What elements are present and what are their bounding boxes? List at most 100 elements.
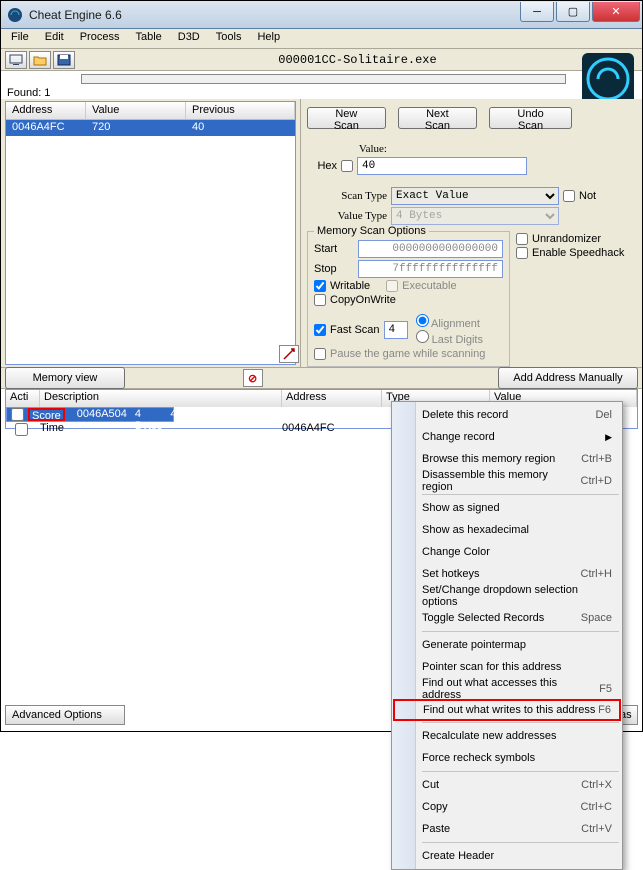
- menu-tools[interactable]: Tools: [208, 29, 250, 48]
- stop-icon[interactable]: ⊘: [243, 369, 263, 387]
- row-active-checkbox[interactable]: [15, 423, 28, 436]
- writable-label: Writable: [330, 280, 370, 292]
- context-item[interactable]: Find out what writes to this addressF6: [393, 699, 621, 721]
- context-item[interactable]: Change Color: [394, 541, 620, 563]
- hex-checkbox[interactable]: [341, 160, 353, 172]
- context-item[interactable]: Browse this memory regionCtrl+B: [394, 448, 620, 470]
- context-item[interactable]: Set/Change dropdown selection options: [394, 585, 620, 607]
- cow-checkbox[interactable]: [314, 294, 326, 306]
- context-shortcut: Space: [581, 612, 612, 624]
- pause-checkbox[interactable]: [314, 348, 326, 360]
- menu-help[interactable]: Help: [249, 29, 288, 48]
- stop-label: Stop: [314, 263, 354, 275]
- col-address[interactable]: Address: [6, 102, 86, 119]
- memory-view-button[interactable]: Memory view: [5, 367, 125, 389]
- context-item-label: Find out what writes to this address: [423, 704, 595, 716]
- context-item[interactable]: Show as signed: [394, 497, 620, 519]
- context-item[interactable]: Find out what accesses this addressF5: [394, 678, 620, 700]
- value-type-select: 4 Bytes: [391, 207, 559, 225]
- row-desc: Score: [28, 408, 65, 421]
- maximize-button[interactable]: ▢: [556, 2, 590, 22]
- found-count: Found: 1: [1, 87, 642, 99]
- context-item[interactable]: Pointer scan for this address: [394, 656, 620, 678]
- menu-d3d[interactable]: D3D: [170, 29, 208, 48]
- menu-file[interactable]: File: [3, 29, 37, 48]
- context-item[interactable]: Generate pointermap: [394, 634, 620, 656]
- col-active[interactable]: Acti: [6, 390, 40, 407]
- col-previous[interactable]: Previous: [186, 102, 295, 119]
- speedhack-icon[interactable]: [279, 345, 299, 363]
- computer-icon: [9, 54, 23, 66]
- results-header: Address Value Previous: [6, 102, 295, 120]
- save-button[interactable]: [53, 51, 75, 69]
- start-input: [358, 240, 503, 258]
- context-item-label: Find out what accesses this address: [422, 677, 599, 701]
- open-process-button[interactable]: [5, 51, 27, 69]
- executable-checkbox[interactable]: [386, 280, 398, 292]
- menu-table[interactable]: Table: [127, 29, 169, 48]
- advanced-options-button[interactable]: Advanced Options: [5, 705, 125, 725]
- context-item[interactable]: Show as hexadecimal: [394, 519, 620, 541]
- col-addr[interactable]: Address: [282, 390, 382, 407]
- context-item[interactable]: Force recheck symbols: [394, 747, 620, 769]
- context-item[interactable]: Toggle Selected Records Space: [394, 607, 620, 629]
- col-desc[interactable]: Description: [40, 390, 282, 407]
- undo-scan-button[interactable]: Undo Scan: [489, 107, 572, 129]
- new-scan-button[interactable]: New Scan: [307, 107, 386, 129]
- context-item[interactable]: Create Header: [394, 845, 620, 867]
- scan-type-select[interactable]: Exact Value: [391, 187, 559, 205]
- context-item[interactable]: Recalculate new addresses: [394, 725, 620, 747]
- row-type: 4 Bytes: [131, 408, 167, 421]
- result-row[interactable]: 0046A4FC 720 40: [6, 120, 295, 136]
- app-icon: [7, 7, 23, 23]
- scan-type-label: Scan Type: [307, 190, 387, 202]
- minimize-button[interactable]: ─: [520, 2, 554, 22]
- context-item[interactable]: CutCtrl+X: [394, 774, 620, 796]
- context-item[interactable]: CopyCtrl+C: [394, 796, 620, 818]
- writable-checkbox[interactable]: [314, 280, 326, 292]
- context-item-label: Force recheck symbols: [422, 752, 535, 764]
- close-button[interactable]: ✕: [592, 2, 640, 22]
- value-type-label: Value Type: [307, 210, 387, 222]
- open-file-button[interactable]: [29, 51, 51, 69]
- scan-progress: [81, 74, 566, 84]
- context-item[interactable]: Set hotkeysCtrl+H: [394, 563, 620, 585]
- row-addr: 0046A4FC: [278, 422, 378, 437]
- menu-edit[interactable]: Edit: [37, 29, 72, 48]
- context-item-label: Set/Change dropdown selection options: [422, 584, 612, 608]
- context-item-label: Paste: [422, 823, 450, 835]
- context-item[interactable]: Delete this recordDel: [394, 404, 620, 426]
- pause-label: Pause the game while scanning: [330, 348, 485, 360]
- row-active-checkbox[interactable]: [11, 408, 24, 421]
- context-item-label: Disassemble this memory region: [422, 469, 581, 493]
- context-item-label: Toggle Selected Records: [422, 612, 544, 624]
- result-address: 0046A4FC: [6, 120, 86, 136]
- scan-results[interactable]: Address Value Previous 0046A4FC 720 40: [5, 101, 296, 365]
- stop-input: [358, 260, 503, 278]
- context-item-label: Create Header: [422, 850, 494, 862]
- context-item-label: Pointer scan for this address: [422, 661, 561, 673]
- lastdigits-radio[interactable]: [416, 330, 429, 343]
- col-value[interactable]: Value: [86, 102, 186, 119]
- row-desc: Time: [36, 422, 278, 437]
- unrandomizer-checkbox[interactable]: [516, 233, 528, 245]
- context-item-label: Show as hexadecimal: [422, 524, 529, 536]
- fastscan-checkbox[interactable]: [314, 324, 326, 336]
- context-item[interactable]: Change record▶: [394, 426, 620, 448]
- mem-opts-title: Memory Scan Options: [314, 225, 429, 237]
- context-item[interactable]: Disassemble this memory regionCtrl+D: [394, 470, 620, 492]
- value-input[interactable]: [357, 157, 527, 175]
- menu-process[interactable]: Process: [72, 29, 128, 48]
- folder-icon: [33, 54, 47, 66]
- context-item[interactable]: PasteCtrl+V: [394, 818, 620, 840]
- not-checkbox[interactable]: [563, 190, 575, 202]
- fastscan-value[interactable]: [384, 321, 408, 339]
- context-item-label: Show as signed: [422, 502, 500, 514]
- alignment-radio[interactable]: [416, 314, 429, 327]
- speedhack-checkbox[interactable]: [516, 247, 528, 259]
- context-item-label: Delete this record: [422, 409, 508, 421]
- table-row[interactable]: Score 0046A504 4 Bytes 4866: [6, 407, 174, 422]
- next-scan-button[interactable]: Next Scan: [398, 107, 477, 129]
- speedhack-label: Enable Speedhack: [532, 247, 624, 259]
- fastscan-label: Fast Scan: [330, 324, 380, 336]
